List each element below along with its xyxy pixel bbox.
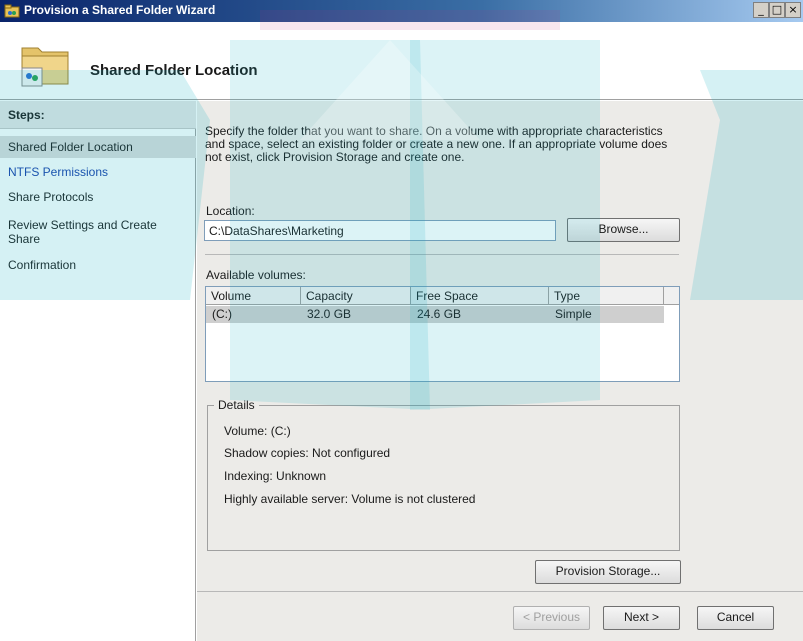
- steps-panel: Steps: Shared Folder Location NTFS Permi…: [0, 101, 196, 641]
- details-indexing: Indexing: Unknown: [224, 469, 327, 483]
- details-group: Details Volume: (C:) Shadow copies: Not …: [207, 398, 680, 551]
- column-header-free-space[interactable]: Free Space: [411, 287, 549, 305]
- close-button[interactable]: ×: [785, 2, 801, 18]
- wizard-header: Shared Folder Location: [0, 22, 803, 100]
- main-content: Specify the folder that you want to shar…: [197, 101, 803, 591]
- cell-free-space: 24.6 GB: [417, 307, 462, 321]
- details-volume: Volume: (C:): [224, 424, 291, 438]
- table-row[interactable]: (C:) 32.0 GB 24.6 GB Simple: [206, 306, 664, 323]
- step-confirmation: Confirmation: [8, 258, 77, 272]
- page-title: Shared Folder Location: [90, 62, 258, 79]
- cancel-button[interactable]: Cancel: [697, 606, 774, 630]
- window-controls: _ □ ×: [753, 2, 801, 18]
- volumes-header: Volume Capacity Free Space Type: [206, 287, 679, 305]
- details-legend: Details: [214, 398, 259, 412]
- cell-type: Simple: [555, 307, 592, 321]
- column-header-type[interactable]: Type: [549, 287, 664, 305]
- available-volumes-label: Available volumes:: [206, 268, 306, 282]
- step-review-settings: Review Settings and Create Share: [8, 218, 157, 246]
- step-share-protocols: Share Protocols: [8, 190, 94, 204]
- column-header-capacity[interactable]: Capacity: [301, 287, 411, 305]
- browse-button[interactable]: Browse...: [567, 218, 680, 242]
- window-title: Provision a Shared Folder Wizard: [24, 3, 216, 17]
- volumes-list[interactable]: Volume Capacity Free Space Type (C:) 32.…: [205, 286, 680, 382]
- column-header-volume[interactable]: Volume: [206, 287, 301, 305]
- previous-button[interactable]: < Previous: [513, 606, 590, 630]
- cell-capacity: 32.0 GB: [307, 307, 352, 321]
- step-shared-folder-location: Shared Folder Location: [0, 136, 196, 158]
- steps-heading: Steps:: [0, 101, 196, 129]
- minimize-button[interactable]: _: [753, 2, 769, 18]
- instructions-text: Specify the folder that you want to shar…: [205, 124, 668, 164]
- details-ha-server: Highly available server: Volume is not c…: [224, 492, 476, 506]
- step-ntfs-permissions[interactable]: NTFS Permissions: [8, 165, 188, 179]
- provision-storage-button[interactable]: Provision Storage...: [535, 560, 681, 584]
- location-input[interactable]: C:\DataShares\Marketing: [204, 220, 556, 241]
- shared-folder-icon: [18, 34, 74, 90]
- title-bar: Provision a Shared Folder Wizard _ □ ×: [0, 0, 803, 22]
- wizard-footer: < Previous Next > Cancel: [197, 591, 803, 641]
- location-label: Location:: [206, 204, 255, 218]
- next-button[interactable]: Next >: [603, 606, 680, 630]
- divider: [205, 254, 679, 255]
- shared-folder-app-icon: [4, 3, 20, 19]
- maximize-button[interactable]: □: [769, 2, 785, 18]
- cell-volume: (C:): [212, 307, 232, 321]
- details-shadow-copies: Shadow copies: Not configured: [224, 446, 391, 460]
